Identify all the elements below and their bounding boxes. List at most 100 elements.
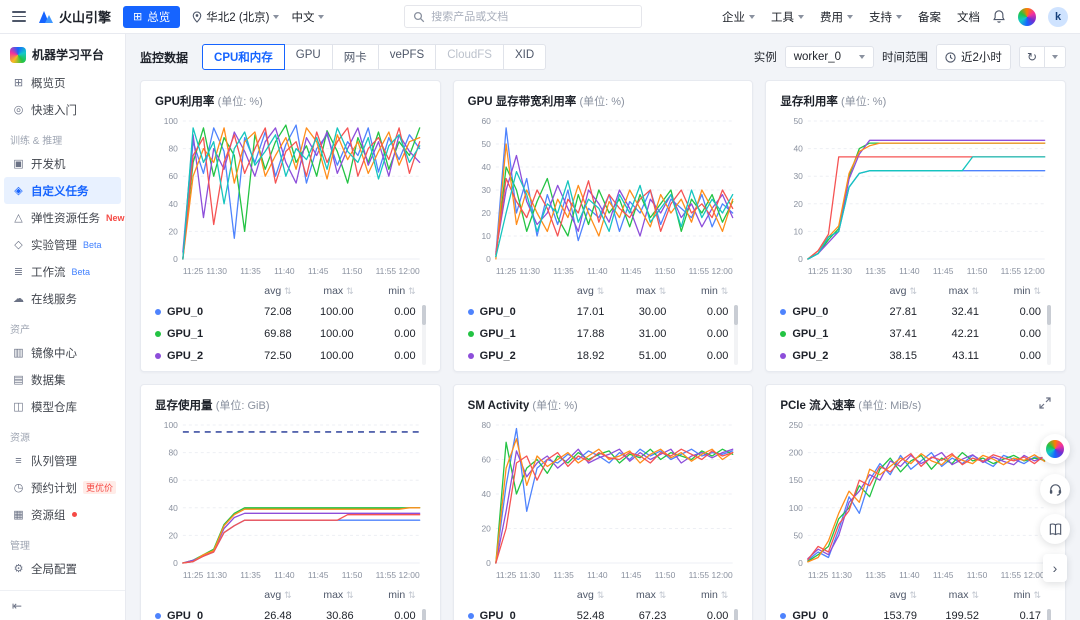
overview-grid-icon: ⊞	[12, 76, 25, 89]
sidebar-item[interactable]: ◫模型仓库	[4, 393, 121, 420]
tab-CPU和内存[interactable]: CPU和内存	[202, 44, 285, 70]
legend-scrollbar[interactable]	[734, 305, 738, 365]
refresh-options-button[interactable]	[1044, 46, 1066, 68]
series-name[interactable]: GPU_1	[792, 328, 828, 340]
top-link[interactable]: 工具	[771, 9, 804, 25]
series-name[interactable]: GPU_2	[167, 350, 203, 362]
refresh-button[interactable]: ↻	[1019, 46, 1045, 68]
series-name[interactable]: GPU_0	[167, 306, 203, 318]
sidebar-item[interactable]: ▦资源组	[4, 501, 121, 528]
legend-sort-min[interactable]: min ⇅	[666, 589, 728, 601]
tab-XID[interactable]: XID	[503, 44, 546, 70]
chart-plot: 0102030405011:2511:3011:3511:4011:4511:5…	[780, 113, 1051, 279]
user-avatar[interactable]: k	[1048, 7, 1068, 27]
legend-sort-avg[interactable]: avg ⇅	[542, 285, 604, 297]
legend-scrollbar[interactable]	[422, 609, 426, 620]
sidebar-item[interactable]: ⊞概览页	[4, 69, 121, 96]
legend-sort-max[interactable]: max ⇅	[917, 285, 979, 297]
series-name[interactable]: GPU_0	[792, 610, 828, 620]
legend-sort-avg[interactable]: avg ⇅	[230, 285, 292, 297]
top-link[interactable]: 文档	[957, 9, 980, 25]
rail-expand-button[interactable]: ›	[1043, 554, 1067, 582]
bell-icon[interactable]	[992, 9, 1006, 24]
brand[interactable]: 火山引擎	[38, 7, 111, 26]
docs-button[interactable]	[1040, 514, 1070, 544]
legend-sort-min[interactable]: min ⇅	[666, 285, 728, 297]
svg-text:11:35: 11:35	[866, 570, 887, 580]
legend-sort-avg[interactable]: avg ⇅	[542, 589, 604, 601]
chart-plot: 010203040506011:2511:3011:3511:4011:4511…	[468, 113, 739, 279]
top-link[interactable]: 企业	[722, 9, 755, 25]
sidebar-item[interactable]: ◈自定义任务	[4, 177, 121, 204]
sidebar-item[interactable]: ▤数据集	[4, 366, 121, 393]
sidebar-item[interactable]: ☁在线服务	[4, 285, 121, 312]
legend-sort-max[interactable]: max ⇅	[292, 285, 354, 297]
search-input[interactable]	[431, 11, 633, 23]
top-link[interactable]: 费用	[820, 9, 853, 25]
support-button[interactable]	[1040, 474, 1070, 504]
sort-caret-icon: ⇅	[597, 590, 605, 600]
sidebar-item[interactable]: ≣工作流Beta	[4, 258, 121, 285]
search-box[interactable]	[404, 5, 642, 28]
series-name[interactable]: GPU_2	[480, 350, 516, 362]
sidebar-item[interactable]: ◎快速入门	[4, 96, 121, 123]
region-selector[interactable]: 华北2 (北京)	[192, 9, 279, 25]
collapse-sidebar-icon[interactable]: ⇤	[12, 599, 22, 613]
benefits-orb-icon[interactable]	[1018, 8, 1036, 26]
tab-网卡[interactable]: 网卡	[332, 44, 379, 70]
overview-button[interactable]: ⊞ 总览	[123, 6, 180, 28]
expand-icon[interactable]	[1039, 397, 1051, 409]
sidebar-item[interactable]: ▥镜像中心	[4, 339, 121, 366]
series-name[interactable]: GPU_0	[480, 306, 516, 318]
assistant-button[interactable]	[1040, 434, 1070, 464]
series-name[interactable]: GPU_1	[167, 328, 203, 340]
top-link[interactable]: 支持	[869, 9, 902, 25]
legend-sort-avg[interactable]: avg ⇅	[855, 589, 917, 601]
sidebar-item[interactable]: ◷预约计划更优价	[4, 474, 121, 501]
legend-sort-min[interactable]: min ⇅	[354, 589, 416, 601]
sidebar-item[interactable]: ≡队列管理	[4, 447, 121, 474]
language-selector[interactable]: 中文	[291, 9, 324, 25]
instance-select[interactable]: worker_0	[785, 46, 874, 68]
sidebar-item[interactable]: ⚙全局配置	[4, 555, 121, 582]
hamburger-menu-icon[interactable]	[12, 11, 26, 22]
legend-scrollbar[interactable]	[734, 609, 738, 620]
svg-text:80: 80	[168, 144, 178, 154]
legend-sort-max[interactable]: max ⇅	[604, 589, 666, 601]
legend-sort-min[interactable]: min ⇅	[354, 285, 416, 297]
sort-caret-icon: ⇅	[909, 286, 917, 296]
svg-text:80: 80	[481, 420, 491, 430]
chart-legend: avg ⇅max ⇅min ⇅GPU_026.4830.860.00GPU_13…	[155, 585, 426, 620]
legend-scrollbar[interactable]	[1047, 609, 1051, 620]
top-link[interactable]: 备案	[918, 9, 941, 25]
series-name[interactable]: GPU_0	[167, 610, 203, 620]
series-name[interactable]: GPU_0	[792, 306, 828, 318]
series-name[interactable]: GPU_0	[480, 610, 516, 620]
sort-caret-icon: ⇅	[721, 590, 729, 600]
chevron-down-icon	[798, 15, 804, 19]
tab-vePFS[interactable]: vePFS	[378, 44, 437, 70]
legend-sort-avg[interactable]: avg ⇅	[855, 285, 917, 297]
sidebar-item[interactable]: △弹性资源任务New	[4, 204, 121, 231]
legend-scrollbar[interactable]	[1047, 305, 1051, 365]
legend-sort-avg[interactable]: avg ⇅	[230, 589, 292, 601]
legend-sort-min[interactable]: min ⇅	[979, 589, 1041, 601]
series-max-value: 30.00	[604, 306, 666, 318]
legend-scrollbar[interactable]	[422, 305, 426, 365]
series-name[interactable]: GPU_2	[792, 350, 828, 362]
time-range-select[interactable]: 近2小时	[936, 44, 1011, 70]
legend-sort-max[interactable]: max ⇅	[917, 589, 979, 601]
svg-text:11:50: 11:50	[342, 266, 363, 276]
sidebar-item-label: 队列管理	[31, 453, 77, 469]
legend-sort-max[interactable]: max ⇅	[604, 285, 666, 297]
tab-GPU[interactable]: GPU	[284, 44, 333, 70]
legend-sort-max[interactable]: max ⇅	[292, 589, 354, 601]
sidebar-item[interactable]: ◇实验管理Beta	[4, 231, 121, 258]
series-name[interactable]: GPU_1	[480, 328, 516, 340]
svg-text:40: 40	[481, 489, 491, 499]
sidebar-item[interactable]: ▣开发机	[4, 150, 121, 177]
legend-sort-min[interactable]: min ⇅	[979, 285, 1041, 297]
series-max-value: 51.00	[604, 350, 666, 362]
series-max-value: 32.41	[917, 306, 979, 318]
tab-CloudFS[interactable]: CloudFS	[435, 44, 504, 70]
